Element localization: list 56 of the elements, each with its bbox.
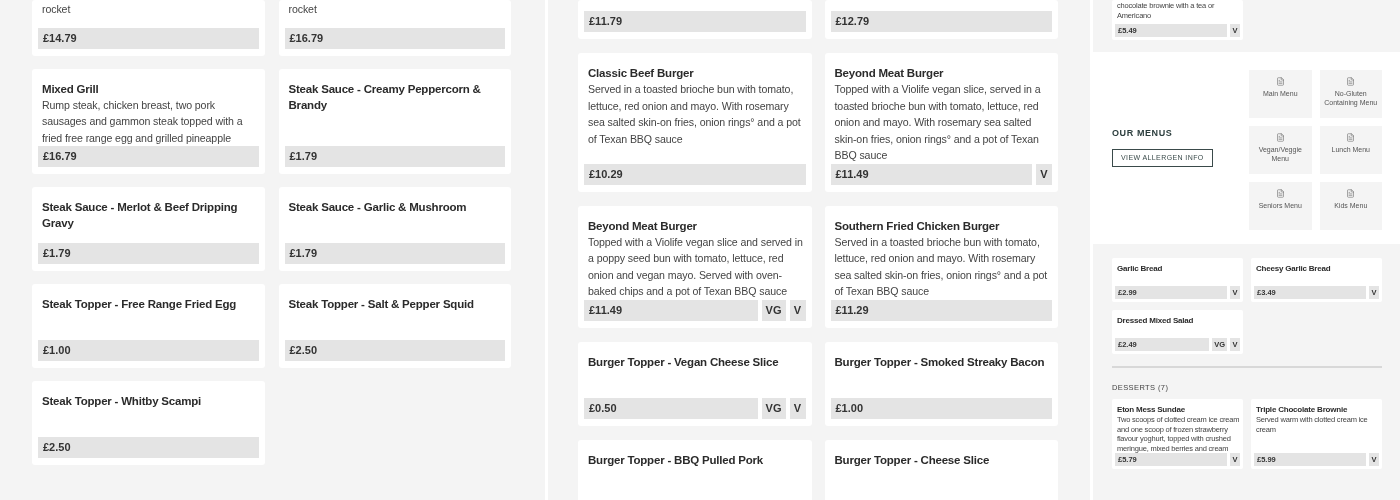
price-tag: £1.00 (38, 340, 259, 361)
dish-title: Burger Topper - Cheese Slice (833, 452, 991, 468)
price-tag: £16.79 (38, 146, 259, 167)
dish-description: Topped with a Violife vegan slice, served in a toasted brioche bun with tomato, lettuce, red onion and mayo. With rosemary sea salted skin-on fries, onion rings° and a pot of Texan BBQ sauce (833, 82, 1042, 163)
document-icon (1346, 189, 1356, 198)
dish-title: Garlic Bread (1116, 263, 1164, 274)
dietary-tag: V (789, 299, 806, 321)
dietary-tag: V (1036, 163, 1052, 185)
document-icon (1275, 189, 1285, 198)
price-tag: £10.29 (584, 163, 806, 185)
dish-description: Topped with a Violife vegan slice and served in a poppy seed bun with tomato, lettuce, red onion and vegan mayo. Served with oven-baked chips and a pot of Texan BBQ sauce (587, 234, 804, 299)
document-icon (1346, 77, 1356, 86)
document-icon (1346, 133, 1356, 142)
price-tag: £1.79 (38, 243, 259, 264)
dish-description: rocket (41, 2, 72, 17)
dish-title: Triple Chocolate Brownie (1255, 404, 1349, 416)
dish-title: Dressed Mixed Salad (1116, 315, 1195, 326)
price-tag: £0.50 (584, 397, 758, 419)
dish-title: Burger Topper - Vegan Cheese Slice (587, 354, 780, 370)
dish-description: Served in a toasted brioche bun with tomato, lettuce, red onion and mayo. With rosemary sea salted skin-on fries, onion rings° and a pot of Texan BBQ sauce (587, 82, 802, 147)
price-tag: £1.79 (284, 243, 505, 264)
dietary-tag: VG (761, 299, 786, 321)
dish-title: Mixed Grill (41, 81, 100, 97)
price-tag: £14.79 (38, 27, 259, 49)
dish-title: Southern Fried Chicken Burger (833, 218, 1001, 234)
price-tag: £11.49 (830, 163, 1032, 185)
price-tag: £2.50 (284, 340, 505, 361)
dish-title: Eton Mess Sundae (1116, 404, 1186, 416)
dish-title: Classic Beef Burger (587, 66, 695, 81)
document-icon (1275, 133, 1285, 142)
dish-description: Served in a toasted brioche bun with tomato, lettuce, red onion and mayo. With rosemary sea salted skin-on fries, onion rings° and a pot of Texan BBQ sauce (833, 234, 1049, 299)
dish-title: Steak Sauce - Creamy Peppercorn & Brandy (287, 81, 482, 113)
dish-title: Beyond Meat Burger (587, 218, 698, 234)
dish-title: Steak Sauce - Garlic & Mushroom (287, 200, 468, 215)
dish-title: Burger Topper - Smoked Streaky Bacon (833, 354, 1046, 370)
dish-title: Steak Topper - Free Range Fried Egg (41, 297, 238, 312)
price-tag: £1.79 (284, 146, 505, 167)
dietary-tag: V (789, 397, 806, 419)
dish-description: Rump steak, chicken breast, two pork sausages and gammon steak topped with a fried free range egg and grilled pineapple (41, 97, 244, 146)
dish-title: Steak Topper - Salt & Pepper Squid (287, 297, 475, 312)
dish-description: rocket (287, 2, 318, 17)
section-heading: OUR MENUS (1112, 127, 1174, 141)
price-tag: £1.00 (830, 397, 1052, 419)
dish-title: Burger Topper - BBQ Pulled Pork (587, 452, 765, 468)
price-tag: £11.49 (584, 299, 758, 321)
dish-title: Steak Sauce - Merlot & Beef Dripping Gravy (41, 200, 239, 231)
dish-title: Cheesy Garlic Bread (1255, 263, 1332, 274)
price-tag: £16.79 (284, 27, 505, 49)
dish-title: Steak Topper - Whitby Scampi (41, 394, 203, 409)
price-tag: £11.79 (584, 11, 806, 32)
price-tag: £11.29 (830, 299, 1052, 321)
dietary-tag: VG (761, 397, 786, 419)
price-tag: £2.50 (38, 437, 259, 458)
document-icon (1275, 77, 1285, 86)
dish-title: Beyond Meat Burger (833, 66, 945, 81)
price-tag: £12.79 (830, 11, 1052, 32)
